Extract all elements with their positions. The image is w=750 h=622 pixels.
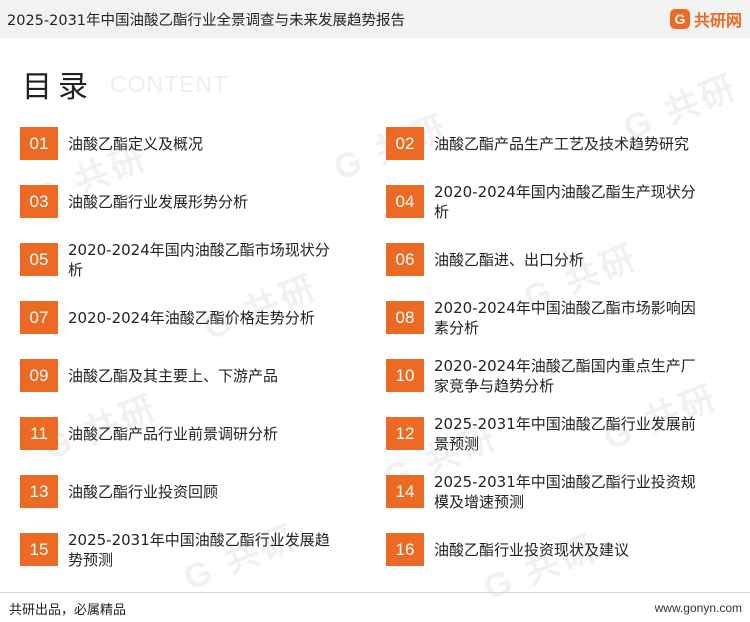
toc-item-number: 15 xyxy=(20,533,58,566)
toc-item-label: 油酸乙酯行业投资现状及建议 xyxy=(434,541,630,559)
toc-item[interactable]: 14 2025-2031年中国油酸乙酯行业投资规模及增速预测 xyxy=(386,470,716,514)
toc-item-number: 12 xyxy=(386,417,424,450)
toc-item-label: 油酸乙酯进、出口分析 xyxy=(434,251,585,269)
toc-item[interactable]: 07 2020-2024年油酸乙酯价格走势分析 xyxy=(20,296,350,340)
toc-item-number: 05 xyxy=(20,243,58,276)
toc-item-number: 03 xyxy=(20,185,58,218)
footer-slogan: 共研出品，必属精品 xyxy=(9,603,127,618)
toc-item[interactable]: 02 油酸乙酯产品生产工艺及技术趋势研究 xyxy=(386,122,716,166)
toc-item-label: 2025-2031年中国油酸乙酯行业发展趋势预测 xyxy=(68,531,330,569)
toc-item-number: 11 xyxy=(20,417,58,450)
toc-item[interactable]: 13 油酸乙酯行业投资回顾 xyxy=(20,470,350,514)
toc-item-label: 2020-2024年油酸乙酯国内重点生产厂家竞争与趋势分析 xyxy=(434,357,696,395)
toc-item-number: 08 xyxy=(386,301,424,334)
brand-name: 共研网 xyxy=(693,11,742,30)
toc-subtitle: CONTENT xyxy=(110,71,229,97)
toc-item-label: 2020-2024年国内油酸乙酯生产现状分析 xyxy=(434,183,696,221)
toc-item-number: 01 xyxy=(20,127,58,160)
page-header: 2025-2031年中国油酸乙酯行业全景调查与未来发展趋势报告 G 共研网 xyxy=(0,0,750,38)
toc-item-label: 2020-2024年中国油酸乙酯市场影响因素分析 xyxy=(434,299,696,337)
toc-item-number: 10 xyxy=(386,359,424,392)
toc-item[interactable]: 11 油酸乙酯产品行业前景调研分析 xyxy=(20,412,350,456)
toc-item-label: 油酸乙酯行业投资回顾 xyxy=(68,483,219,501)
toc-item[interactable]: 12 2025-2031年中国油酸乙酯行业发展前景预测 xyxy=(386,412,716,456)
toc-item[interactable]: 15 2025-2031年中国油酸乙酯行业发展趋势预测 xyxy=(20,528,350,572)
toc-title: 目录 xyxy=(22,70,94,105)
toc-item-label: 油酸乙酯产品行业前景调研分析 xyxy=(68,425,279,443)
report-title: 2025-2031年中国油酸乙酯行业全景调查与未来发展趋势报告 xyxy=(7,13,406,29)
toc-item[interactable]: 04 2020-2024年国内油酸乙酯生产现状分析 xyxy=(386,180,716,224)
toc-item-label: 油酸乙酯行业发展形势分析 xyxy=(68,193,249,211)
toc-item-label: 2025-2031年中国油酸乙酯行业投资规模及增速预测 xyxy=(434,473,696,511)
toc-item-number: 14 xyxy=(386,475,424,508)
brand-logo-icon: G xyxy=(669,9,690,29)
toc-item-number: 13 xyxy=(20,475,58,508)
footer-url[interactable]: www.gonyn.com xyxy=(655,601,742,615)
toc-item[interactable]: 10 2020-2024年油酸乙酯国内重点生产厂家竞争与趋势分析 xyxy=(386,354,716,398)
toc-item-label: 油酸乙酯产品生产工艺及技术趋势研究 xyxy=(434,135,690,153)
toc-item[interactable]: 08 2020-2024年中国油酸乙酯市场影响因素分析 xyxy=(386,296,716,340)
toc-item-label: 2020-2024年油酸乙酯价格走势分析 xyxy=(68,309,315,327)
toc-item-number: 07 xyxy=(20,301,58,334)
toc-item-number: 06 xyxy=(386,243,424,276)
toc-item-number: 04 xyxy=(386,185,424,218)
brand: G 共研网 xyxy=(669,6,742,32)
toc-item-label: 2020-2024年国内油酸乙酯市场现状分析 xyxy=(68,241,330,279)
toc-item-label: 2025-2031年中国油酸乙酯行业发展前景预测 xyxy=(434,415,696,453)
toc-item[interactable]: 01 油酸乙酯定义及概况 xyxy=(20,122,350,166)
toc-item[interactable]: 05 2020-2024年国内油酸乙酯市场现状分析 xyxy=(20,238,350,282)
toc-item-number: 09 xyxy=(20,359,58,392)
toc-item-label: 油酸乙酯定义及概况 xyxy=(68,135,204,153)
footer-divider xyxy=(0,592,750,593)
toc-item-number: 16 xyxy=(386,533,424,566)
toc-item-label: 油酸乙酯及其主要上、下游产品 xyxy=(68,367,279,385)
toc-item[interactable]: 03 油酸乙酯行业发展形势分析 xyxy=(20,180,350,224)
toc-item-number: 02 xyxy=(386,127,424,160)
toc-item[interactable]: 16 油酸乙酯行业投资现状及建议 xyxy=(386,528,716,572)
toc-item[interactable]: 06 油酸乙酯进、出口分析 xyxy=(386,238,716,282)
toc-item[interactable]: 09 油酸乙酯及其主要上、下游产品 xyxy=(20,354,350,398)
